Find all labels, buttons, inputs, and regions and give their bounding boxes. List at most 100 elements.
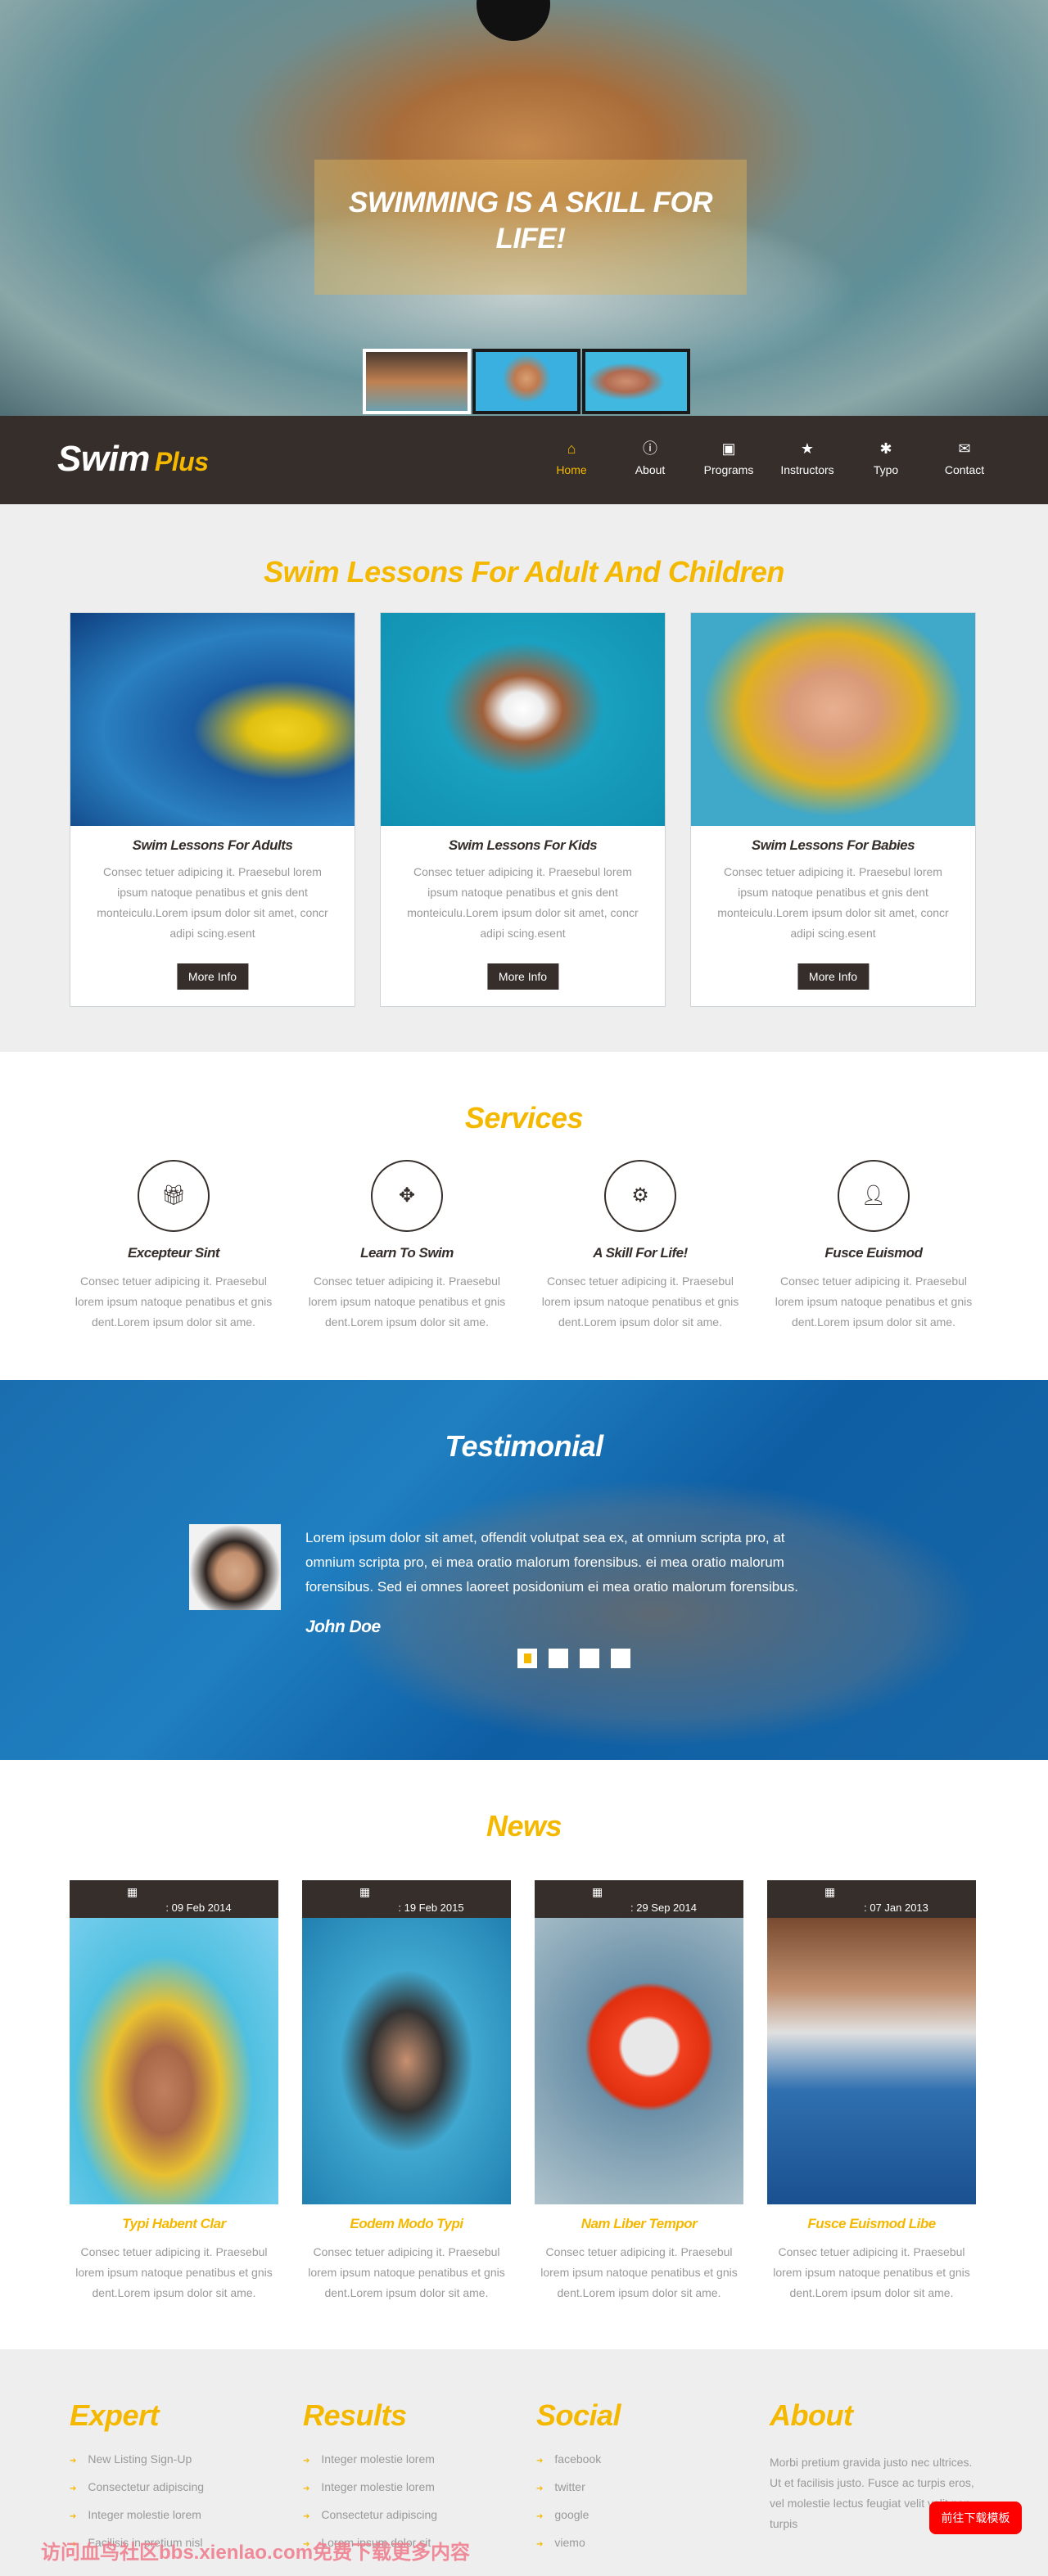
gear-icon: ⚙	[604, 1160, 676, 1232]
date-bar: ▦: 09 Feb 2014	[70, 1880, 278, 1918]
social-link-google[interactable]: google	[536, 2508, 621, 2536]
footer-link[interactable]: Consectetur adipiscing	[303, 2508, 437, 2536]
section-title: Swim Lessons For Adult And Children	[264, 555, 784, 589]
hero-title: Swimming is a skill for life!	[348, 187, 713, 255]
news-text: Consec tetuer adipicing it. Praesebul lo…	[540, 2245, 738, 2299]
nav-about[interactable]: ⓘ About	[611, 434, 689, 476]
service-text: Consec tetuer adipicing it. Praesebul lo…	[308, 1274, 506, 1329]
picture-icon: ▣	[721, 440, 736, 457]
footer-link[interactable]: New Listing Sign-Up	[70, 2452, 204, 2480]
nav-typo[interactable]: ✱ Typo	[847, 434, 925, 476]
section-title: Testimonial	[445, 1429, 603, 1463]
news-title[interactable]: Eodem Modo Typi	[302, 2216, 511, 2232]
date-bar: ▦ : 29 Sep 2014	[535, 1880, 743, 1918]
nav-instructors[interactable]: ★ Instructors	[768, 434, 847, 476]
services-section: Services 🎁︎ Excepteur Sint Consec tetuer a…	[0, 1052, 1048, 1380]
nav-label: Contact	[944, 463, 985, 476]
lesson-card: Swim Lessons For Babies Consec tetuer ad…	[690, 612, 976, 1007]
nav-label: Typo	[873, 463, 899, 476]
user-icon: 👤︎	[838, 1160, 910, 1232]
service-item: ✥ Learn To Swim Consec tetuer adipicing it…	[305, 1160, 509, 1333]
social-link-twitter[interactable]: twitter	[536, 2480, 621, 2508]
info-icon: ⓘ	[643, 440, 657, 457]
slide-dot[interactable]	[580, 1649, 599, 1668]
top-navbar: Swim Plus ⌂ Home ⓘ About ▣ Programs ★ Instruc…	[0, 416, 1048, 504]
footer-link[interactable]: Integer molestie lorem	[70, 2508, 204, 2536]
news-title[interactable]: Nam Liber Tempor	[535, 2216, 743, 2232]
asterisk-icon: ✱	[879, 440, 892, 457]
nav-contact[interactable]: ✉ Contact	[925, 434, 1004, 476]
more-info-button[interactable]: More Info	[176, 963, 249, 990]
nav-label: Programs	[703, 463, 754, 476]
footer-heading: About	[770, 2398, 853, 2432]
service-title: Learn To Swim	[360, 1245, 454, 1261]
news-item: ▦ : 29 Sep 2014 Nam Liber Tempor Consec tet…	[535, 1880, 743, 2303]
lesson-image-babies	[691, 613, 975, 826]
footer-heading: Expert	[70, 2398, 160, 2432]
footer-heading: Social	[536, 2398, 621, 2432]
lesson-card: Swim Lessons For Kids Consec tetuer adip…	[380, 612, 666, 1007]
card-title: Swim Lessons For Adults	[132, 837, 293, 853]
lesson-image-adults	[70, 613, 355, 826]
nav-label: Instructors	[780, 463, 834, 476]
news-item: ▦ : 19 Feb 2015 Eodem Modo Typi Consec tetu…	[302, 1880, 511, 2303]
nav-programs[interactable]: ▣ Programs	[689, 434, 768, 476]
watermark: 访问血鸟社区bbs.xienlao.com免费下载更多内容	[41, 2542, 471, 2564]
news-title[interactable]: Fusce Euismod Libe	[767, 2216, 976, 2232]
footer-link[interactable]: Consectetur adipiscing	[70, 2480, 204, 2508]
slider-pagination	[517, 1649, 630, 1668]
nav-home[interactable]: ⌂ Home	[532, 434, 611, 476]
slider-thumbnails	[363, 349, 690, 414]
card-text: Consec tetuer adipicing it. Praesebul lo…	[717, 865, 949, 940]
download-template-button[interactable]: 前往下载模板	[929, 2502, 1022, 2534]
gift-icon: 🎁︎	[138, 1160, 210, 1232]
more-info-button[interactable]: More Info	[797, 963, 870, 990]
news-item: ▦: 07 Jan 2013 Fusce Euismod Libe Consec t…	[767, 1880, 976, 2303]
more-info-button[interactable]: More Info	[486, 963, 559, 990]
testimonial-quote: Lorem ipsum dolor sit amet, offendit vol…	[305, 1530, 798, 1595]
service-title: Excepteur Sint	[127, 1245, 220, 1261]
thumbnail-butterfly-swimmer[interactable]	[363, 349, 471, 414]
card-text: Consec tetuer adipicing it. Praesebul lo…	[407, 865, 639, 940]
slide-dot[interactable]	[611, 1649, 630, 1668]
lesson-image-kids	[381, 613, 665, 826]
service-title: A Skill For Life!	[593, 1245, 688, 1261]
news-image[interactable]	[302, 1918, 511, 2204]
slide-dot[interactable]	[517, 1649, 537, 1668]
service-item: 🎁︎ Excepteur Sint Consec tetuer adipicing …	[71, 1160, 276, 1333]
thumbnail-boy-with-goggles[interactable]	[472, 349, 580, 414]
news-date: : 09 Feb 2014	[165, 1902, 232, 1914]
news-text: Consec tetuer adipicing it. Praesebul lo…	[773, 2245, 970, 2299]
envelope-icon: ✉	[958, 440, 971, 457]
home-icon: ⌂	[567, 440, 576, 457]
service-item: 👤︎ Fusce Euismod Consec tetuer adipicing i…	[771, 1160, 976, 1333]
news-date: : 29 Sep 2014	[630, 1902, 697, 1914]
news-text: Consec tetuer adipicing it. Praesebul lo…	[308, 2245, 505, 2299]
news-item: ▦: 09 Feb 2014 Typi Habent Clar Consec tet…	[70, 1880, 278, 2303]
news-text: Consec tetuer adipicing it. Praesebul lo…	[75, 2245, 273, 2299]
nav-label: About	[635, 463, 666, 476]
section-title: News	[486, 1809, 562, 1843]
calendar-icon: ▦	[359, 1885, 371, 1898]
news-date: : 19 Feb 2015	[398, 1902, 464, 1914]
footer-link[interactable]: Integer molestie lorem	[303, 2480, 437, 2508]
social-link-facebook[interactable]: facebook	[536, 2452, 621, 2480]
calendar-icon: ▦	[824, 1885, 836, 1898]
nav-label: Home	[556, 463, 587, 476]
news-image[interactable]	[70, 1918, 278, 2204]
thumbnail-child-swimming[interactable]	[582, 349, 690, 414]
background-swimmer-image	[328, 1478, 982, 1748]
calendar-icon: ▦	[592, 1885, 603, 1898]
slide-dot[interactable]	[549, 1649, 568, 1668]
news-image[interactable]	[535, 1918, 743, 2204]
service-text: Consec tetuer adipicing it. Praesebul lo…	[75, 1274, 273, 1329]
footer-heading: Results	[303, 2398, 407, 2432]
logo[interactable]: Swim Plus	[57, 439, 209, 480]
testimonial-section: Testimonial Lorem ipsum dolor sit amet, …	[0, 1380, 1048, 1760]
social-link-vimeo[interactable]: viemo	[536, 2536, 621, 2564]
star-icon: ★	[800, 440, 815, 457]
news-title[interactable]: Typi Habent Clar	[70, 2216, 278, 2232]
footer-link[interactable]: Integer molestie lorem	[303, 2452, 437, 2480]
lesson-card: Swim Lessons For Adults Consec tetuer ad…	[70, 612, 355, 1007]
news-image[interactable]	[767, 1918, 976, 2204]
